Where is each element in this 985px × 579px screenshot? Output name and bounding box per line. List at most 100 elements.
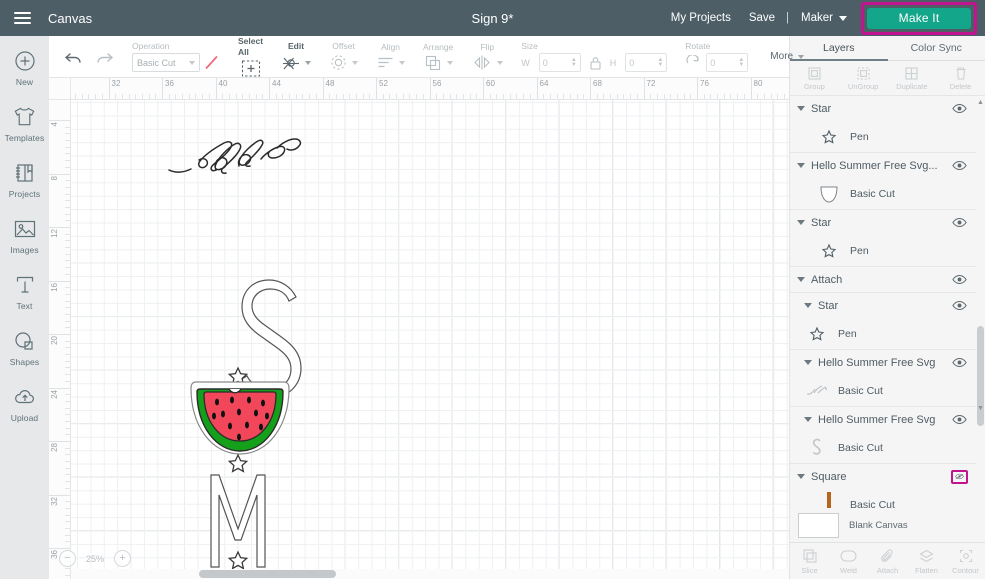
chevron-down-icon[interactable] (797, 220, 805, 225)
rotate-input[interactable]: 0 ▲ ▼ (706, 53, 749, 72)
duplicate-button[interactable]: Duplicate (888, 66, 937, 91)
chevron-down-icon[interactable] (797, 106, 805, 111)
ungroup-button[interactable]: UnGroup (839, 66, 888, 91)
layer-operation-type: Basic Cut (838, 384, 883, 397)
chevron-down-icon[interactable] (804, 417, 812, 422)
visibility-eye-icon[interactable] (951, 356, 968, 370)
sidebar-item-shapes[interactable]: Shapes (0, 324, 49, 370)
sidebar-item-upload[interactable]: Upload (0, 380, 49, 426)
layer-row[interactable]: Attach (790, 267, 976, 292)
layer-row[interactable]: Hello Summer Free Svg... (790, 153, 976, 178)
align-icon[interactable] (376, 54, 395, 71)
layer-child-row[interactable]: Basic Cut (790, 178, 976, 209)
chevron-down-icon[interactable] (399, 60, 406, 65)
layers-list[interactable]: Star Pen Hello Summer Free Svg... Basic Cut… (790, 96, 976, 508)
width-stepper[interactable]: ▲ ▼ (571, 57, 577, 68)
scrollbar-thumb[interactable] (199, 570, 336, 578)
chevron-down-icon[interactable] (804, 360, 812, 365)
tab-color-sync[interactable]: Color Sync (887, 36, 985, 61)
rotate-value: 0 (710, 57, 716, 68)
size-label: Size (521, 41, 538, 51)
chevron-down-icon[interactable] (305, 60, 312, 65)
blank-canvas-swatch[interactable] (798, 512, 839, 538)
width-input[interactable]: 0 ▲ ▼ (538, 53, 581, 72)
height-input[interactable]: 0 ▲ ▼ (625, 53, 668, 72)
layer-row[interactable]: Star (790, 210, 976, 235)
layer-row[interactable]: Square (790, 464, 976, 489)
visibility-eye-icon[interactable] (951, 102, 968, 116)
layer-child-row[interactable]: Pen (790, 121, 976, 152)
sidebar-item-images[interactable]: Images (0, 212, 49, 258)
chevron-down-icon[interactable] (797, 277, 805, 282)
flip-icon[interactable] (471, 54, 493, 71)
canvas-grid[interactable] (71, 100, 789, 579)
rotate-stepper[interactable]: ▲ ▼ (738, 57, 744, 68)
more-menu-button[interactable]: More (770, 51, 805, 62)
redo-icon[interactable] (95, 51, 114, 71)
layer-row[interactable]: Star (790, 96, 976, 121)
ruler-minor-tick (248, 94, 250, 99)
scroll-up-arrow[interactable]: ▲ (977, 98, 984, 106)
zoom-in-button[interactable]: + (114, 550, 131, 567)
contour-button[interactable]: Contour (946, 548, 985, 575)
ruler-minor-tick (456, 94, 458, 99)
chevron-down-icon[interactable] (497, 60, 504, 65)
canvas-artwork[interactable] (71, 100, 789, 570)
scroll-down-arrow[interactable]: ▼ (977, 404, 984, 412)
layer-child-row[interactable]: Basic Cut (790, 432, 976, 463)
chevron-down-icon[interactable] (797, 474, 805, 479)
offset-icon[interactable] (329, 53, 348, 72)
visibility-hidden-icon[interactable] (951, 469, 968, 484)
make-it-button[interactable]: Make It (867, 7, 971, 29)
layer-child-row[interactable]: Pen (790, 318, 976, 349)
height-stepper[interactable]: ▲ ▼ (657, 57, 663, 68)
visibility-eye-icon[interactable] (951, 299, 968, 313)
layer-child-row[interactable]: Basic Cut (790, 489, 976, 508)
undo-icon[interactable] (64, 51, 83, 71)
canvas-area[interactable]: 2832364044485256606468727680 48121620242… (49, 78, 789, 579)
chevron-down-icon[interactable] (352, 60, 359, 65)
flip-group: Flip (462, 36, 512, 78)
chevron-down-icon[interactable] (446, 60, 453, 65)
rotate-icon[interactable] (685, 54, 701, 71)
layer-row[interactable]: Star (790, 293, 976, 318)
pen-color-swatch[interactable] (203, 54, 220, 71)
layers-scrollbar[interactable]: ▲ ▼ (976, 96, 985, 508)
sidebar-item-text[interactable]: Text (0, 268, 49, 314)
ruler-minor-tick (777, 94, 779, 99)
edit-icon[interactable] (281, 53, 301, 72)
sidebar-item-projects[interactable]: Projects (0, 156, 49, 202)
layer-row[interactable]: Hello Summer Free Svg (790, 407, 976, 432)
save-button[interactable]: Save (740, 12, 784, 24)
layer-row[interactable]: Hello Summer Free Svg (790, 350, 976, 375)
lock-icon[interactable] (589, 55, 602, 71)
visibility-eye-icon[interactable] (951, 413, 968, 427)
attach-button[interactable]: Attach (868, 548, 907, 575)
sidebar-item-templates[interactable]: Templates (0, 100, 49, 146)
delete-button[interactable]: Delete (936, 66, 985, 91)
chevron-down-icon[interactable] (797, 163, 805, 168)
canvas-horizontal-scrollbar[interactable] (71, 569, 789, 579)
visibility-eye-icon[interactable] (951, 273, 968, 287)
my-projects-link[interactable]: My Projects (662, 12, 740, 24)
operation-select[interactable]: Basic Cut (132, 53, 200, 72)
weld-button[interactable]: Weld (829, 548, 868, 575)
slice-button[interactable]: Slice (790, 548, 829, 575)
visibility-eye-icon[interactable] (951, 216, 968, 230)
visibility-eye-icon[interactable] (951, 159, 968, 173)
ruler-minor-tick (65, 367, 70, 369)
chevron-down-icon[interactable] (804, 303, 812, 308)
layer-child-row[interactable]: Basic Cut (790, 375, 976, 406)
layer-child-row[interactable]: Pen (790, 235, 976, 266)
flatten-button[interactable]: Flatten (907, 548, 946, 575)
select-all-icon[interactable] (240, 59, 262, 78)
arrange-icon[interactable] (424, 54, 443, 72)
ruler-minor-tick (315, 94, 317, 99)
machine-selector[interactable]: Maker (791, 12, 853, 24)
sidebar-item-new[interactable]: New (0, 44, 49, 90)
cloud-upload-icon (11, 383, 39, 411)
zoom-out-button[interactable]: − (59, 550, 76, 567)
ruler-minor-tick (529, 94, 531, 99)
blank-canvas-row[interactable]: Blank Canvas (790, 508, 985, 542)
hamburger-icon[interactable] (0, 12, 44, 24)
